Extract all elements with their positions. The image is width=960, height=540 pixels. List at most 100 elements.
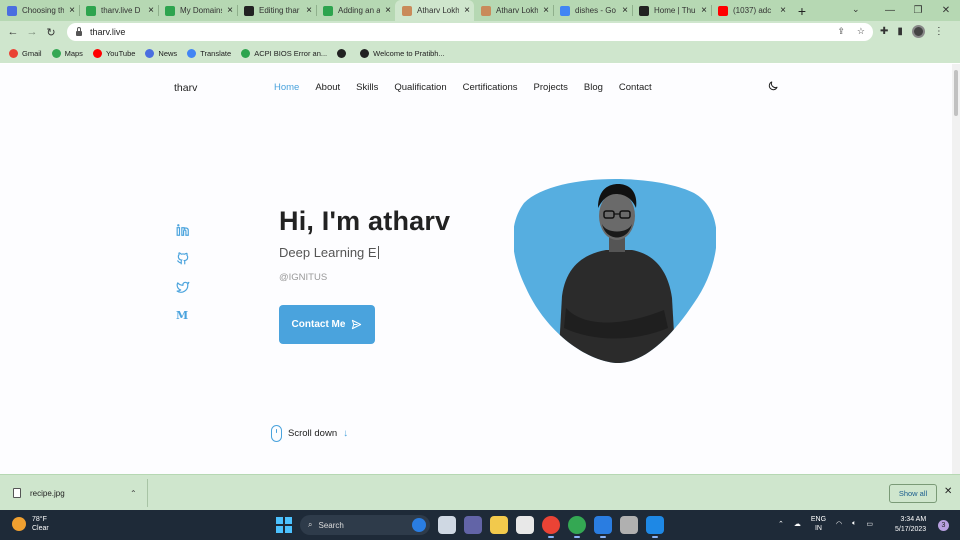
notification-badge[interactable]: 3 bbox=[938, 520, 949, 531]
back-icon[interactable]: ← bbox=[7, 26, 19, 38]
store-icon[interactable] bbox=[516, 516, 534, 534]
bookmark-item[interactable]: Maps bbox=[51, 48, 83, 58]
close-tab-icon[interactable]: × bbox=[306, 5, 312, 16]
bookmark-item[interactable]: Welcome to Pratibh... bbox=[360, 48, 445, 58]
minimize-icon[interactable]: — bbox=[876, 0, 904, 20]
browser-tab[interactable]: dishes - Go × bbox=[553, 0, 632, 21]
browser-tab[interactable]: My Domains × bbox=[158, 0, 237, 21]
browser-tab[interactable]: Adding an a × bbox=[316, 0, 395, 21]
search-icon: ⌕ bbox=[308, 520, 313, 529]
task-view-icon[interactable] bbox=[438, 516, 456, 534]
bing-icon[interactable] bbox=[412, 518, 426, 532]
forward-icon[interactable]: → bbox=[26, 26, 38, 38]
close-tab-icon[interactable]: × bbox=[543, 5, 549, 16]
lock-icon[interactable] bbox=[76, 27, 82, 36]
browser-tab[interactable]: (1037) adc × bbox=[711, 0, 790, 21]
site-logo[interactable]: tharv bbox=[174, 82, 197, 94]
reload-icon[interactable]: ↻ bbox=[45, 26, 57, 39]
dark-mode-toggle-icon[interactable] bbox=[767, 80, 779, 92]
extensions-icon[interactable]: ✚ bbox=[880, 26, 888, 37]
tab-search-icon[interactable]: ⌄ bbox=[852, 4, 860, 15]
tab-title: (1037) adc bbox=[733, 6, 772, 15]
contact-me-button[interactable]: Contact Me bbox=[279, 305, 375, 344]
database-icon[interactable] bbox=[620, 516, 638, 534]
chrome-profile-icon[interactable] bbox=[568, 516, 586, 538]
close-tab-icon[interactable]: × bbox=[780, 5, 786, 16]
temperature: 78°F bbox=[32, 516, 47, 523]
bookmarks-bar: Gmail Maps YouTube News Translate ACPI BIOS E… bbox=[0, 43, 960, 63]
chrome-icon[interactable] bbox=[542, 516, 560, 538]
bookmark-item[interactable]: News bbox=[145, 48, 177, 58]
language-indicator[interactable]: ENG IN bbox=[811, 515, 826, 533]
twitter-icon[interactable] bbox=[176, 280, 190, 294]
nav-link-blog[interactable]: Blog bbox=[584, 82, 603, 93]
browser-tab[interactable]: Atharv Lokh × bbox=[395, 0, 474, 21]
show-all-button[interactable]: Show all bbox=[889, 484, 937, 503]
linkedin-icon[interactable] bbox=[176, 223, 190, 237]
close-tab-icon[interactable]: × bbox=[701, 5, 707, 16]
close-tab-icon[interactable]: × bbox=[148, 5, 154, 16]
chevron-up-tray-icon[interactable]: ⌃ bbox=[778, 520, 784, 528]
vscode-icon[interactable] bbox=[594, 516, 612, 538]
tab-title: Atharv Lokh bbox=[417, 6, 460, 15]
bookmark-item[interactable]: ACPI BIOS Error an... bbox=[241, 48, 327, 58]
avatar-icon bbox=[481, 5, 491, 16]
bookmark-favicon-icon bbox=[187, 48, 197, 58]
browser-tab[interactable]: tharv.live D × bbox=[79, 0, 158, 21]
side-panel-icon[interactable]: ▮ bbox=[897, 26, 903, 37]
scrollbar-thumb[interactable] bbox=[954, 70, 958, 116]
address-bar[interactable]: tharv.live ⇪ ☆ bbox=[67, 23, 873, 41]
bookmark-favicon-icon bbox=[145, 48, 155, 58]
menu-icon[interactable]: ⋮ bbox=[934, 26, 944, 37]
close-tab-icon[interactable]: × bbox=[69, 5, 75, 16]
browser-tab[interactable]: Choosing th × bbox=[0, 0, 79, 21]
tab-title: Choosing th bbox=[22, 6, 65, 15]
app-icon[interactable] bbox=[646, 516, 664, 538]
nav-link-skills[interactable]: Skills bbox=[356, 82, 378, 93]
nav-link-certifications[interactable]: Certifications bbox=[463, 82, 518, 93]
weather-widget[interactable]: 78°F Clear bbox=[12, 515, 49, 533]
chevron-up-icon[interactable]: ⌃ bbox=[130, 489, 137, 498]
browser-tab[interactable]: Atharv Lokh × bbox=[474, 0, 553, 21]
close-tab-icon[interactable]: × bbox=[622, 5, 628, 16]
browser-tab[interactable]: Editing thar × bbox=[237, 0, 316, 21]
bookmark-item[interactable] bbox=[337, 48, 350, 58]
bookmark-item[interactable]: Gmail bbox=[9, 48, 42, 58]
nav-link-projects[interactable]: Projects bbox=[534, 82, 568, 93]
github-icon[interactable] bbox=[176, 251, 190, 265]
bookmark-item[interactable]: YouTube bbox=[92, 48, 135, 58]
nav-link-qualification[interactable]: Qualification bbox=[394, 82, 446, 93]
restore-icon[interactable]: ❐ bbox=[904, 0, 932, 20]
close-window-icon[interactable]: ✕ bbox=[932, 0, 960, 20]
bookmark-star-icon[interactable]: ☆ bbox=[857, 26, 865, 37]
taskbar-search-label: Search bbox=[318, 520, 344, 530]
browser-tab[interactable]: Home | Thu × bbox=[632, 0, 711, 21]
file-explorer-icon[interactable] bbox=[490, 516, 508, 534]
nav-link-home[interactable]: Home bbox=[274, 82, 299, 93]
new-tab-button[interactable]: + bbox=[790, 0, 814, 21]
close-tab-icon[interactable]: × bbox=[227, 5, 233, 16]
scroll-down-link[interactable]: Scroll down ↓ bbox=[271, 425, 348, 442]
close-tab-icon[interactable]: × bbox=[464, 5, 470, 16]
close-tab-icon[interactable]: × bbox=[385, 5, 391, 16]
file-icon bbox=[13, 488, 21, 498]
clock[interactable]: 3:34 AM 5/17/2023 bbox=[895, 515, 926, 535]
download-item[interactable]: recipe.jpg ⌃ bbox=[0, 479, 148, 507]
close-download-bar-icon[interactable]: ✕ bbox=[944, 486, 952, 497]
page-scrollbar[interactable] bbox=[952, 64, 960, 474]
share-icon[interactable]: ⇪ bbox=[837, 26, 845, 37]
onedrive-icon[interactable]: ☁ bbox=[794, 520, 801, 528]
window-controls: — ❐ ✕ bbox=[876, 0, 960, 20]
nav-link-contact[interactable]: Contact bbox=[619, 82, 652, 93]
battery-icon[interactable]: ▭ bbox=[866, 520, 873, 528]
site-nav: Home About Skills Qualification Certificatio… bbox=[274, 82, 652, 93]
nav-link-about[interactable]: About bbox=[315, 82, 340, 93]
volume-icon[interactable]: 🔈︎ bbox=[852, 520, 856, 528]
wifi-icon[interactable]: ◠ bbox=[836, 520, 842, 528]
teams-icon[interactable] bbox=[464, 516, 482, 534]
medium-icon[interactable]: M bbox=[176, 309, 190, 323]
bookmark-item[interactable]: Translate bbox=[187, 48, 231, 58]
profile-avatar[interactable] bbox=[911, 25, 925, 38]
taskbar-search[interactable]: ⌕ Search bbox=[300, 515, 430, 535]
start-button[interactable] bbox=[276, 517, 292, 533]
